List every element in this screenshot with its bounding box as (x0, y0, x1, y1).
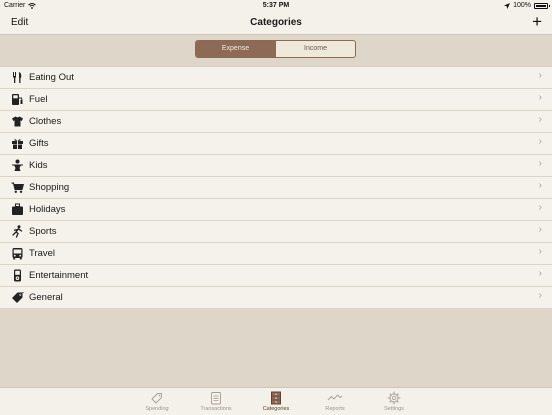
category-row-travel[interactable]: Travel › (0, 243, 552, 265)
category-label: Shopping (29, 182, 70, 193)
category-label: Holidays (29, 204, 66, 215)
segment-expense[interactable]: Expense (196, 41, 275, 57)
add-category-button[interactable]: + (532, 13, 542, 31)
category-label: Clothes (29, 116, 62, 127)
category-row-shopping[interactable]: Shopping › (0, 177, 552, 199)
runner-icon (9, 224, 25, 240)
shopping-cart-icon (9, 180, 25, 196)
chevron-right-icon: › (538, 268, 542, 279)
notepad-icon (211, 391, 221, 404)
location-arrow-icon (504, 2, 511, 9)
category-label: Kids (29, 160, 48, 171)
fork-knife-icon (9, 70, 25, 86)
tab-settings[interactable]: Settings (364, 390, 424, 412)
tshirt-icon (9, 114, 25, 130)
tab-label: Reports (325, 406, 345, 412)
chevron-right-icon: › (538, 180, 542, 191)
price-tag-icon (9, 290, 25, 306)
category-row-holidays[interactable]: Holidays › (0, 199, 552, 221)
category-row-sports[interactable]: Sports › (0, 221, 552, 243)
category-list: Eating Out › Fuel › Clothes › Gifts › Ki… (0, 66, 552, 309)
baby-icon (9, 158, 25, 174)
category-row-eating-out[interactable]: Eating Out › (0, 67, 552, 89)
tab-label: Categories (262, 406, 290, 412)
chevron-right-icon: › (538, 70, 542, 81)
chevron-right-icon: › (538, 246, 542, 257)
chevron-right-icon: › (538, 158, 542, 169)
tab-bar: Spending Transactions Categories Reports… (0, 387, 552, 415)
page-title: Categories (250, 17, 302, 28)
segment-income[interactable]: Income (275, 41, 355, 57)
category-label: Travel (29, 248, 56, 259)
gear-icon (387, 391, 401, 404)
tab-reports[interactable]: Reports (305, 390, 365, 412)
category-label: Fuel (29, 94, 48, 105)
status-right: 100% (504, 2, 550, 9)
gift-icon (9, 136, 25, 152)
suitcase-icon (9, 202, 25, 218)
line-chart-icon (327, 393, 343, 400)
category-label: Sports (29, 226, 57, 237)
category-row-clothes[interactable]: Clothes › (0, 111, 552, 133)
category-label: Eating Out (29, 72, 74, 83)
category-label: General (29, 292, 63, 303)
category-row-fuel[interactable]: Fuel › (0, 89, 552, 111)
tab-categories[interactable]: Categories (246, 390, 306, 412)
status-time: 5:37 PM (262, 2, 290, 9)
fuel-pump-icon (9, 92, 25, 108)
tab-label: Settings (384, 406, 404, 412)
category-label: Gifts (29, 138, 49, 149)
tab-label: Spending (145, 406, 169, 412)
tab-label: Transactions (200, 406, 232, 412)
tab-transactions[interactable]: Transactions (186, 390, 246, 412)
navigation-bar: Edit Categories + (0, 12, 552, 35)
chevron-right-icon: › (538, 224, 542, 235)
chevron-right-icon: › (538, 290, 542, 301)
status-bar: Carrier 5:37 PM 100% (0, 0, 552, 12)
segment-bar: Expense Income (0, 35, 552, 65)
chevron-right-icon: › (538, 92, 542, 103)
media-player-icon (9, 268, 25, 284)
battery-icon (534, 2, 550, 9)
category-row-general[interactable]: General › (0, 287, 552, 309)
category-row-entertainment[interactable]: Entertainment › (0, 265, 552, 287)
category-row-kids[interactable]: Kids › (0, 155, 552, 177)
category-label: Entertainment (29, 270, 89, 281)
bus-icon (9, 246, 25, 262)
expense-income-segmented-control: Expense Income (195, 40, 356, 58)
tag-icon (151, 392, 162, 404)
chevron-right-icon: › (538, 114, 542, 125)
chevron-right-icon: › (538, 136, 542, 147)
tab-spending[interactable]: Spending (127, 390, 187, 412)
chevron-right-icon: › (538, 202, 542, 213)
battery-percent: 100% (513, 2, 531, 9)
category-row-gifts[interactable]: Gifts › (0, 133, 552, 155)
drawers-icon (271, 391, 281, 404)
